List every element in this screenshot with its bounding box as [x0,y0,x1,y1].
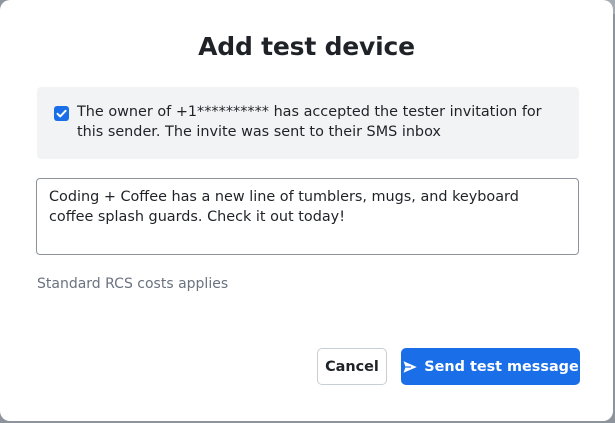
accepted-checkbox[interactable] [54,106,69,121]
cancel-button[interactable]: Cancel [317,348,387,385]
check-icon [56,109,67,118]
send-test-message-button[interactable]: Send test message [401,348,580,385]
cost-note: Standard RCS costs applies [37,276,229,292]
paper-plane-icon [403,360,418,373]
test-message-textarea[interactable]: Coding + Coffee has a new line of tumble… [36,178,579,255]
send-button-label: Send test message [424,358,579,375]
dialog-title: Add test device [198,32,415,61]
cancel-button-label: Cancel [325,358,379,375]
tester-accepted-notice: The owner of +1********** has accepted t… [37,87,579,159]
notice-text: The owner of +1********** has accepted t… [77,104,542,140]
add-test-device-dialog: Add test device The owner of +1*********… [0,0,613,421]
